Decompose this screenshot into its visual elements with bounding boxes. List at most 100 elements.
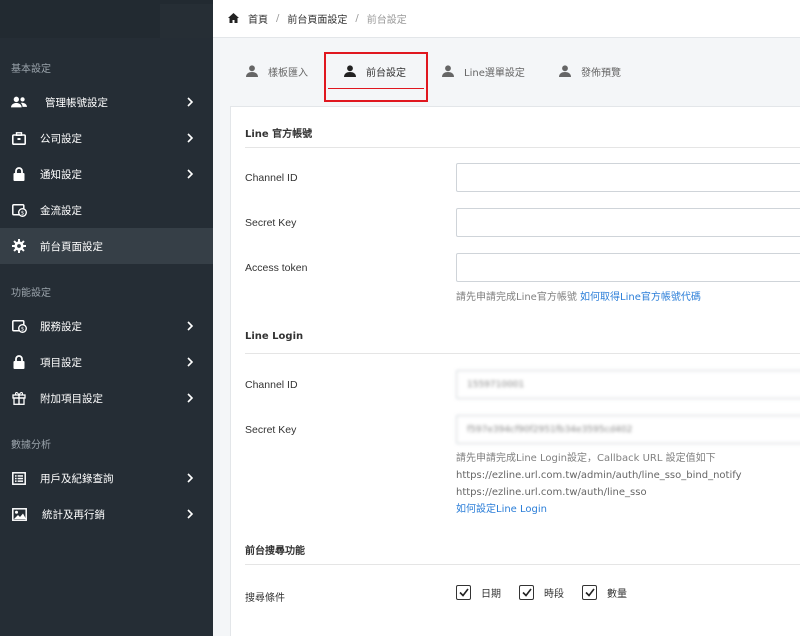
- svg-text:$: $: [20, 210, 24, 216]
- breadcrumb-parent-link[interactable]: 前台頁面設定: [287, 11, 347, 26]
- tab-template-import[interactable]: 樣板匯入: [246, 52, 308, 90]
- list-icon: [11, 470, 27, 486]
- official-access-token-input[interactable]: [456, 253, 800, 282]
- user-icon: [559, 65, 571, 77]
- sidebar-item-payment-settings[interactable]: $ 金流設定: [0, 192, 213, 228]
- sidebar-item-company-settings[interactable]: 公司設定: [0, 120, 213, 156]
- tab-frontend-settings[interactable]: 前台設定: [344, 52, 406, 90]
- official-secret-key-input[interactable]: [456, 208, 800, 237]
- tab-label: Line選單設定: [464, 67, 525, 79]
- briefcase-icon: [11, 130, 27, 146]
- tab-line-menu-settings[interactable]: Line選單設定: [442, 52, 525, 90]
- chevron-right-icon: [187, 473, 194, 483]
- breadcrumb-home-link[interactable]: 首頁: [248, 11, 268, 26]
- user-icon: [246, 65, 258, 77]
- svg-text:$: $: [20, 326, 24, 332]
- sidebar-item-label: 服務設定: [40, 320, 82, 333]
- home-icon: [228, 13, 239, 24]
- users-icon: [11, 94, 27, 110]
- access-token-label: Access token: [245, 262, 308, 274]
- chevron-right-icon: [187, 393, 194, 403]
- sidebar-item-service-settings[interactable]: $ 服務設定: [0, 308, 213, 344]
- sidebar-item-label: 用戶及紀錄查詢: [40, 472, 114, 485]
- official-account-help-link[interactable]: 如何取得Line官方帳號代碼: [580, 292, 701, 303]
- channel-id-label: Channel ID: [245, 172, 298, 184]
- main-content: 首頁 / 前台頁面設定 / 前台設定 樣板匯入 前台設定 Line選單設定 發佈…: [213, 0, 800, 636]
- sidebar-item-notification-settings[interactable]: 通知設定: [0, 156, 213, 192]
- section-heading-search: 前台搜尋功能: [245, 546, 305, 557]
- image-icon: [11, 506, 27, 522]
- search-condition-options: 日期 時段 數量: [456, 585, 645, 600]
- checkbox-label: 數量: [607, 589, 627, 600]
- user-icon: [442, 65, 454, 77]
- callback-url-line: https://ezline.url.com.tw/admin/auth/lin…: [456, 470, 742, 481]
- sidebar-item-item-settings[interactable]: 項目設定: [0, 344, 213, 380]
- checkbox-label: 日期: [481, 589, 501, 600]
- sidebar-item-label: 通知設定: [40, 168, 82, 181]
- login-secret-key-input[interactable]: f597e394cf90f2951fb34e3595cd402: [456, 415, 800, 444]
- checkbox-quantity[interactable]: 數量: [582, 585, 627, 600]
- lock-icon: [11, 166, 27, 182]
- help-text-line: 請先申請完成Line官方帳號: [456, 292, 577, 303]
- sidebar-item-frontpage-settings[interactable]: 前台頁面設定: [0, 228, 213, 264]
- gear-icon: [11, 238, 27, 254]
- active-tab-underline: [328, 88, 424, 89]
- sidebar: 基本設定 管理帳號設定 公司設定 通知設定 $ 金流設定 前台頁面設定 功能設定: [0, 0, 213, 636]
- help-text-line: 請先申請完成Line Login設定，Callback URL 設定值如下: [456, 453, 716, 464]
- sidebar-item-addon-settings[interactable]: 附加項目設定: [0, 380, 213, 416]
- user-icon: [344, 65, 356, 77]
- checkbox-label: 時段: [544, 589, 564, 600]
- channel-id-label: Channel ID: [245, 379, 298, 391]
- checkbox-checked-icon: [456, 585, 471, 600]
- sidebar-item-label: 項目設定: [40, 356, 82, 369]
- section-heading-line-official: Line 官方帳號: [245, 129, 313, 140]
- logo-placeholder: [160, 4, 213, 38]
- breadcrumb-current: 前台設定: [366, 15, 407, 26]
- chevron-right-icon: [187, 321, 194, 331]
- sidebar-item-account-settings[interactable]: 管理帳號設定: [0, 84, 213, 120]
- login-channel-id-input[interactable]: 1559710001: [456, 370, 800, 399]
- divider: [245, 353, 800, 354]
- tab-label: 樣板匯入: [268, 67, 308, 79]
- checkbox-checked-icon: [582, 585, 597, 600]
- tab-publish-preview[interactable]: 發佈預覽: [559, 52, 621, 90]
- tab-label: 前台設定: [366, 67, 406, 79]
- section-heading-line-login: Line Login: [245, 331, 304, 342]
- divider: [245, 564, 800, 565]
- sidebar-item-label: 統計及再行銷: [42, 508, 105, 521]
- sidebar-item-label: 前台頁面設定: [40, 240, 103, 253]
- chevron-right-icon: [187, 97, 194, 107]
- chevron-right-icon: [187, 357, 194, 367]
- checkbox-checked-icon: [519, 585, 534, 600]
- sidebar-section-title: 功能設定: [11, 288, 51, 299]
- line-login-help-link[interactable]: 如何設定Line Login: [456, 501, 742, 518]
- sidebar-section-title: 數據分析: [11, 440, 51, 451]
- tab-bar: 樣板匯入 前台設定 Line選單設定 發佈預覽: [213, 52, 800, 90]
- checkbox-date[interactable]: 日期: [456, 585, 501, 600]
- chevron-right-icon: [187, 169, 194, 179]
- checkbox-time-slot[interactable]: 時段: [519, 585, 564, 600]
- callback-url-line: https://ezline.url.com.tw/auth/line_sso: [456, 487, 647, 498]
- divider: [245, 147, 800, 148]
- help-text: 請先申請完成Line Login設定，Callback URL 設定值如下 ht…: [456, 450, 742, 518]
- sidebar-item-label: 附加項目設定: [40, 392, 103, 405]
- help-text: 請先申請完成Line官方帳號 如何取得Line官方帳號代碼: [456, 289, 701, 306]
- lock-icon: [11, 354, 27, 370]
- chevron-right-icon: [187, 133, 194, 143]
- official-channel-id-input[interactable]: [456, 163, 800, 192]
- secret-key-label: Secret Key: [245, 217, 297, 229]
- secret-key-label: Secret Key: [245, 424, 297, 436]
- breadcrumb: 首頁 / 前台頁面設定 / 前台設定: [213, 0, 800, 38]
- sidebar-section-title: 基本設定: [11, 64, 51, 75]
- sidebar-item-statistics[interactable]: 統計及再行銷: [0, 496, 213, 532]
- gift-icon: [11, 390, 27, 406]
- sidebar-item-label: 公司設定: [40, 132, 82, 145]
- sidebar-item-user-records[interactable]: 用戶及紀錄查詢: [0, 460, 213, 496]
- sidebar-header: [0, 0, 213, 38]
- search-condition-label: 搜尋條件: [245, 593, 285, 604]
- chevron-right-icon: [187, 509, 194, 519]
- money-icon: $: [11, 202, 27, 218]
- tab-label: 發佈預覽: [581, 67, 621, 79]
- breadcrumb-separator: /: [355, 13, 359, 24]
- sidebar-item-label: 管理帳號設定: [45, 96, 108, 109]
